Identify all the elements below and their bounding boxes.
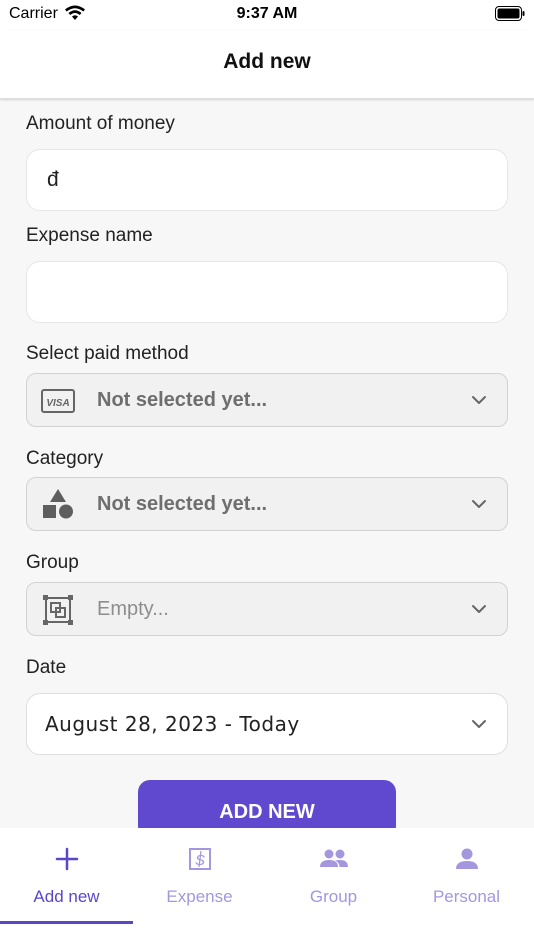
clock: 9:37 AM bbox=[236, 5, 298, 22]
paid-method-value: Not selected yet... bbox=[97, 389, 268, 411]
plus-icon bbox=[55, 847, 79, 871]
visa-card-icon: VISA bbox=[41, 389, 75, 413]
category-value: Not selected yet... bbox=[97, 493, 268, 515]
expense-name-input[interactable] bbox=[26, 261, 508, 323]
group-label: Group bbox=[26, 552, 79, 573]
paid-method-label: Select paid method bbox=[26, 343, 189, 364]
tab-label: Expense bbox=[166, 887, 233, 906]
expense-name-label: Expense name bbox=[26, 225, 153, 246]
tab-group[interactable]: Group bbox=[267, 828, 400, 924]
group-value: Empty... bbox=[97, 598, 169, 620]
chevron-down-icon bbox=[472, 500, 486, 508]
dollar-box-icon: S bbox=[189, 848, 211, 870]
category-select[interactable]: Not selected yet... bbox=[26, 477, 508, 531]
date-label: Date bbox=[26, 657, 67, 678]
group-select[interactable]: Empty... bbox=[26, 582, 508, 636]
tab-bar: Add new S Expense Group Personal bbox=[0, 828, 534, 950]
person-icon bbox=[456, 848, 478, 869]
page-title: Add new bbox=[223, 50, 311, 73]
tab-add-new[interactable]: Add new bbox=[0, 828, 133, 924]
amount-label: Amount of money bbox=[26, 113, 175, 134]
date-picker[interactable]: August 28, 2023 - Today bbox=[26, 693, 508, 755]
chevron-down-icon bbox=[472, 605, 486, 613]
svg-text:VISA: VISA bbox=[46, 398, 69, 409]
chevron-down-icon bbox=[472, 396, 486, 404]
shapes-icon bbox=[43, 489, 73, 519]
chevron-down-icon bbox=[472, 720, 486, 728]
tab-label: Personal bbox=[432, 887, 501, 906]
tab-expense[interactable]: S Expense bbox=[133, 828, 266, 924]
amount-currency-value: đ bbox=[47, 168, 59, 191]
status-bar: Carrier 9:37 AM bbox=[0, 0, 534, 30]
navigation-bar: Add new bbox=[0, 30, 534, 99]
tab-label: Add new bbox=[33, 887, 100, 906]
tab-personal[interactable]: Personal bbox=[400, 828, 533, 924]
people-icon bbox=[320, 849, 348, 867]
date-value: August 28, 2023 - Today bbox=[45, 712, 300, 736]
battery-icon bbox=[495, 6, 525, 21]
category-label: Category bbox=[26, 448, 104, 469]
active-tab-indicator bbox=[0, 921, 133, 924]
group-frame-icon bbox=[43, 595, 73, 625]
amount-input[interactable]: đ bbox=[26, 149, 508, 211]
tab-label: Group bbox=[309, 887, 358, 906]
paid-method-select[interactable]: VISA Not selected yet... bbox=[26, 373, 508, 427]
